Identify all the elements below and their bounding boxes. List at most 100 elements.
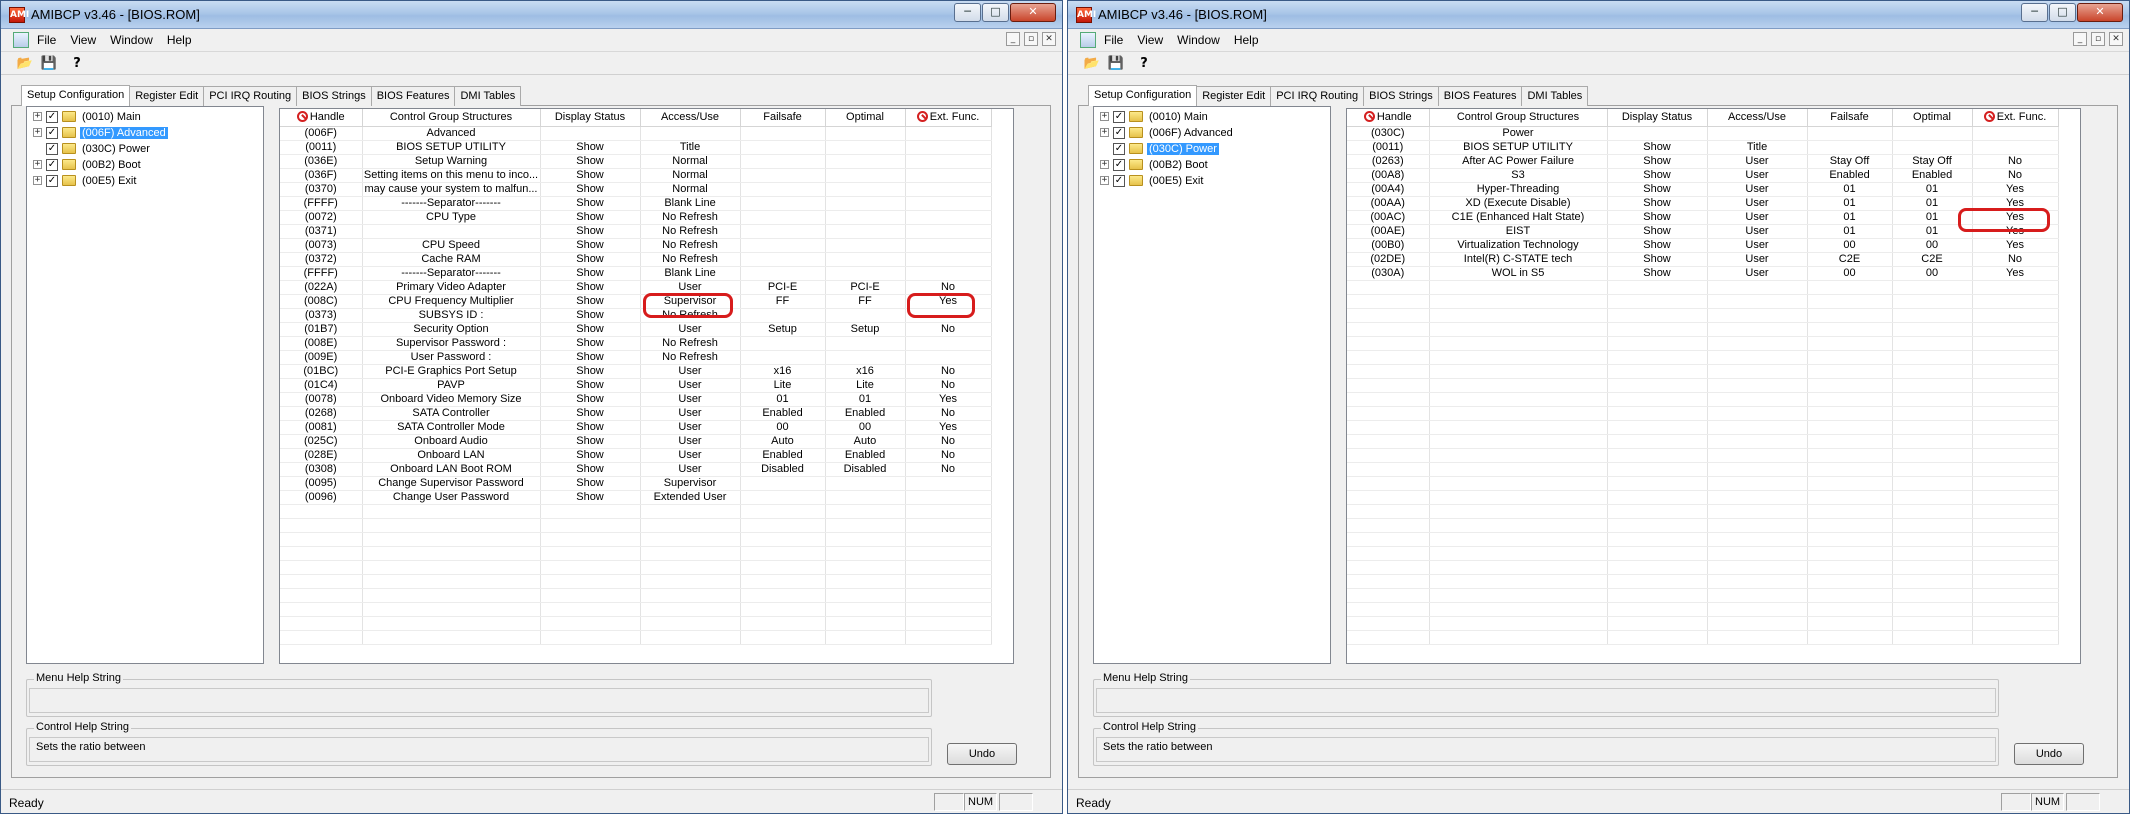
- cell-optimal[interactable]: [825, 336, 906, 351]
- cell-handle[interactable]: (0371): [280, 224, 363, 239]
- table-row[interactable]: [280, 616, 992, 631]
- cell-handle[interactable]: (00A4): [1347, 182, 1430, 197]
- cell-optimal[interactable]: [1892, 350, 1973, 365]
- cell-control-group-structures[interactable]: XD (Execute Disable): [1429, 196, 1608, 211]
- cell-control-group-structures[interactable]: Advanced: [362, 126, 541, 141]
- tree-node[interactable]: ✓ (030C) Power: [1094, 141, 1219, 156]
- cell-failsafe[interactable]: Enabled: [740, 448, 826, 463]
- cell-control-group-structures[interactable]: PAVP: [362, 378, 541, 393]
- mdi-restore-button[interactable]: ▫: [2091, 32, 2105, 46]
- folder-open-icon[interactable]: 📂: [1082, 55, 1102, 73]
- cell-optimal[interactable]: [1892, 140, 1973, 155]
- cell-handle[interactable]: (022A): [280, 280, 363, 295]
- cell-optimal[interactable]: [1892, 504, 1973, 519]
- cell-optimal[interactable]: [825, 154, 906, 169]
- cell-access-use[interactable]: User: [1707, 238, 1808, 253]
- column-header-handle[interactable]: Handle: [280, 109, 363, 127]
- cell-control-group-structures[interactable]: [362, 588, 541, 603]
- table-row[interactable]: (0263) After AC Power Failure Show User Stay…: [1347, 154, 2059, 169]
- cell-ext-func[interactable]: [905, 238, 992, 253]
- cell-optimal[interactable]: [1892, 392, 1973, 407]
- tree-node-label[interactable]: (030C) Power: [1147, 142, 1219, 155]
- cell-handle[interactable]: [1347, 364, 1430, 379]
- cell-optimal[interactable]: [1892, 532, 1973, 547]
- cell-failsafe[interactable]: [1807, 350, 1893, 365]
- table-row[interactable]: [1347, 308, 2059, 323]
- cell-display-status[interactable]: Show: [540, 434, 641, 449]
- cell-handle[interactable]: [1347, 406, 1430, 421]
- cell-ext-func[interactable]: [905, 504, 992, 519]
- cell-access-use[interactable]: [1707, 630, 1808, 645]
- column-header-failsafe[interactable]: Failsafe: [740, 109, 826, 127]
- table-row[interactable]: (006F) Advanced: [280, 126, 992, 141]
- table-row[interactable]: (030C) Power: [1347, 126, 2059, 141]
- tree-node-checkbox[interactable]: ✓: [1113, 158, 1125, 171]
- cell-access-use[interactable]: [1707, 490, 1808, 505]
- cell-failsafe[interactable]: [740, 476, 826, 491]
- tree-node-checkbox[interactable]: ✓: [1113, 174, 1125, 187]
- title-bar[interactable]: AMI AMIBCP v3.46 - [BIOS.ROM] ─ □ ✕: [1068, 1, 2129, 29]
- undo-button[interactable]: Undo: [2014, 743, 2084, 765]
- cell-handle[interactable]: [280, 588, 363, 603]
- cell-handle[interactable]: (FFFF): [280, 266, 363, 281]
- cell-access-use[interactable]: [640, 504, 741, 519]
- cell-display-status[interactable]: [1607, 336, 1708, 351]
- cell-ext-func[interactable]: [905, 168, 992, 183]
- cell-failsafe[interactable]: [1807, 630, 1893, 645]
- cell-optimal[interactable]: [1892, 588, 1973, 603]
- cell-access-use[interactable]: User: [640, 392, 741, 407]
- cell-handle[interactable]: (01C4): [280, 378, 363, 393]
- cell-ext-func[interactable]: [1972, 126, 2059, 141]
- table-row[interactable]: [1347, 574, 2059, 589]
- table-row[interactable]: (0308) Onboard LAN Boot ROM Show User Disabl…: [280, 462, 992, 477]
- cell-display-status[interactable]: Show: [540, 252, 641, 267]
- cell-optimal[interactable]: [1892, 518, 1973, 533]
- cell-control-group-structures[interactable]: BIOS SETUP UTILITY: [1429, 140, 1608, 155]
- cell-handle[interactable]: [1347, 308, 1430, 323]
- cell-handle[interactable]: [1347, 490, 1430, 505]
- table-row[interactable]: (009E) User Password : Show No Refresh: [280, 350, 992, 365]
- cell-access-use[interactable]: Normal: [640, 168, 741, 183]
- cell-optimal[interactable]: [825, 504, 906, 519]
- cell-ext-func[interactable]: No: [905, 322, 992, 337]
- cell-handle[interactable]: [1347, 616, 1430, 631]
- cell-optimal[interactable]: [1892, 448, 1973, 463]
- cell-access-use[interactable]: User: [640, 420, 741, 435]
- cell-failsafe[interactable]: [740, 224, 826, 239]
- cell-display-status[interactable]: Show: [540, 420, 641, 435]
- cell-control-group-structures[interactable]: [1429, 588, 1608, 603]
- cell-failsafe[interactable]: [740, 602, 826, 617]
- title-bar[interactable]: AMI AMIBCP v3.46 - [BIOS.ROM] ─ □ ✕: [1, 1, 1062, 29]
- cell-optimal[interactable]: [1892, 574, 1973, 589]
- cell-ext-func[interactable]: [1972, 546, 2059, 561]
- cell-display-status[interactable]: [1607, 616, 1708, 631]
- cell-handle[interactable]: [280, 546, 363, 561]
- cell-control-group-structures[interactable]: [1429, 322, 1608, 337]
- setup-tree[interactable]: + ✓ (0010) Main + ✓ (006F) Advanced ✓ (030C) Po…: [1093, 106, 1331, 664]
- cell-ext-func[interactable]: [905, 630, 992, 645]
- cell-optimal[interactable]: Enabled: [825, 406, 906, 421]
- cell-display-status[interactable]: Show: [540, 168, 641, 183]
- cell-failsafe[interactable]: [1807, 532, 1893, 547]
- cell-display-status[interactable]: [540, 630, 641, 645]
- table-row[interactable]: (0078) Onboard Video Memory Size Show User 0…: [280, 392, 992, 407]
- cell-optimal[interactable]: [825, 588, 906, 603]
- cell-access-use[interactable]: [1707, 364, 1808, 379]
- cell-optimal[interactable]: [825, 266, 906, 281]
- table-row[interactable]: (00AA) XD (Execute Disable) Show User 01 01 Ye…: [1347, 196, 2059, 211]
- cell-access-use[interactable]: User: [1707, 182, 1808, 197]
- mdi-minimize-button[interactable]: _: [1006, 32, 1020, 46]
- tab-bios-features[interactable]: BIOS Features: [1437, 86, 1523, 106]
- cell-failsafe[interactable]: [1807, 392, 1893, 407]
- cell-ext-func[interactable]: [1972, 308, 2059, 323]
- cell-control-group-structures[interactable]: [362, 574, 541, 589]
- cell-control-group-structures[interactable]: [362, 560, 541, 575]
- cell-failsafe[interactable]: [740, 308, 826, 323]
- cell-control-group-structures[interactable]: Power: [1429, 126, 1608, 141]
- cell-failsafe[interactable]: [1807, 420, 1893, 435]
- cell-optimal[interactable]: [825, 238, 906, 253]
- cell-access-use[interactable]: [1707, 476, 1808, 491]
- cell-handle[interactable]: (01BC): [280, 364, 363, 379]
- cell-display-status[interactable]: Show: [1607, 252, 1708, 267]
- cell-access-use[interactable]: User: [640, 378, 741, 393]
